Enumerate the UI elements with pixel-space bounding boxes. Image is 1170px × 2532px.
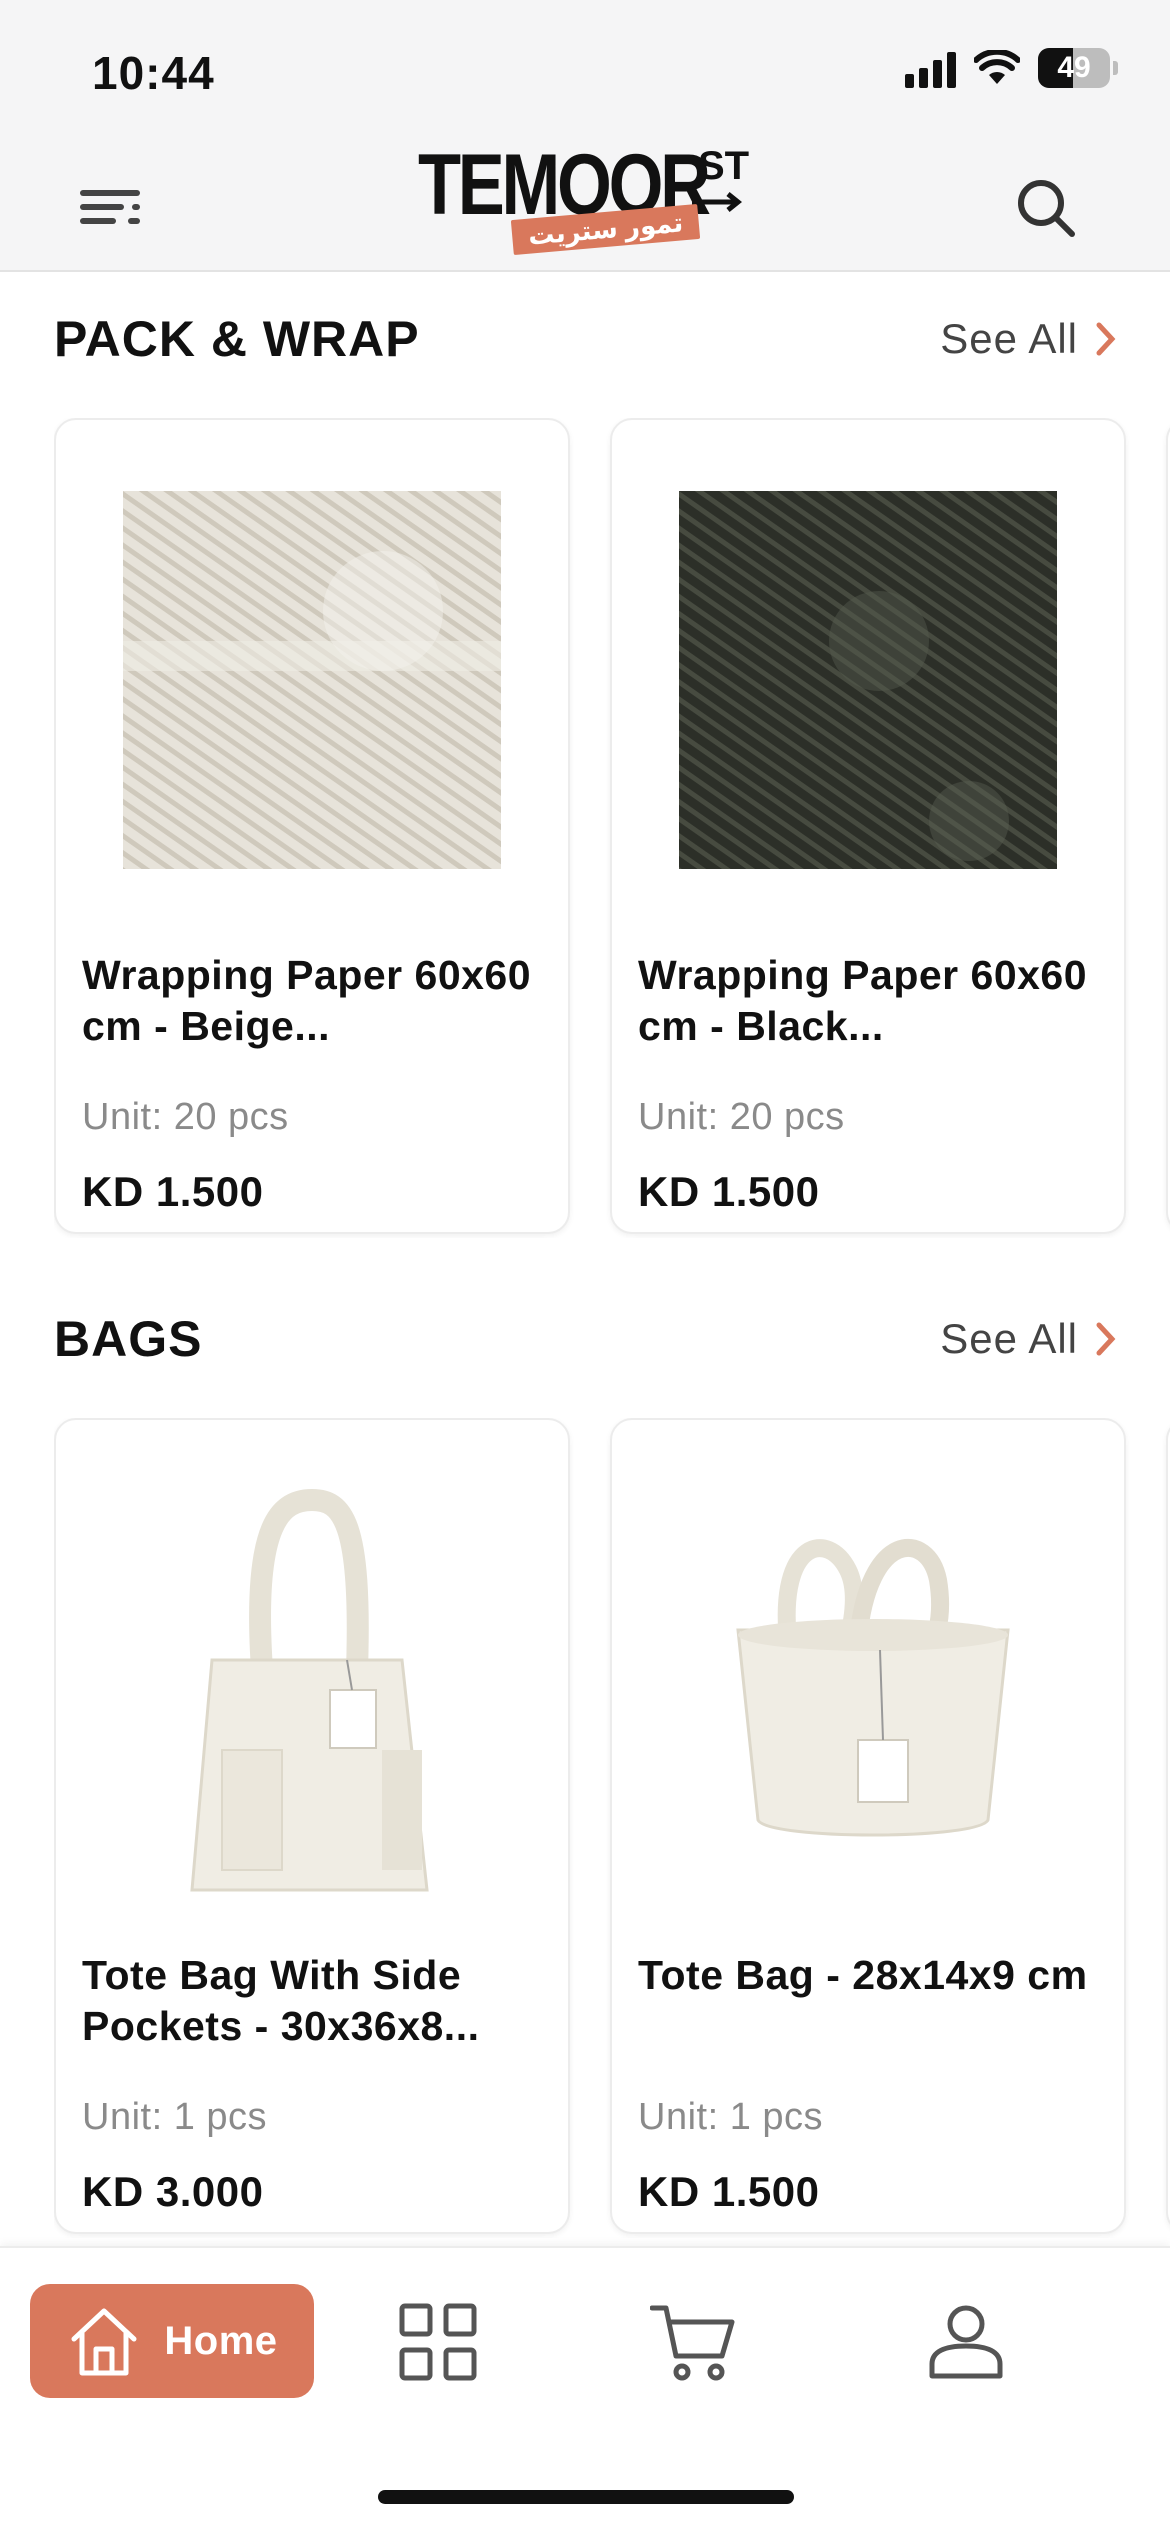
tote-bag-side-pockets-image [190,1488,429,1892]
home-icon [71,2308,137,2376]
product-price: KD 3.000 [82,2168,264,2215]
product-image [612,1420,1124,1940]
logo-suffix: ST [698,144,750,188]
tote-bag-image [736,1538,1010,1837]
status-time: 10:44 [92,47,215,99]
product-name: Wrapping Paper 60x60 cm - Black... [638,952,1088,1049]
product-price: KD 1.500 [638,1168,820,1215]
product-unit: Unit: 20 pcs [638,1096,845,1138]
product-card-peek[interactable] [1166,418,1170,1234]
see-all-link[interactable]: See All [940,315,1116,363]
product-name: Wrapping Paper 60x60 cm - Beige... [82,952,532,1049]
product-image [56,1420,568,1940]
product-unit: Unit: 1 pcs [82,2096,268,2138]
product-name: Tote Bag With Side Pockets - 30x36x8... [82,1952,480,2049]
search-icon[interactable] [1014,176,1078,240]
product-carousel-bags[interactable]: Tote Bag With Side Pockets - 30x36x8... … [54,1418,1170,2238]
product-card[interactable]: Tote Bag - 28x14x9 cm Unit: 1 pcs KD 1.5… [610,1418,1126,2234]
product-price: KD 1.500 [82,1168,264,1215]
product-price: KD 1.500 [638,2168,820,2215]
temoor-st-logo[interactable]: TEMOOR ST تمور ستريت [412,142,752,264]
section-header-pack-wrap: PACK & WRAP See All [54,310,1116,368]
grid-icon[interactable] [398,2302,478,2382]
section-title: PACK & WRAP [54,311,420,367]
status-icons: 49 [905,48,1118,88]
see-all-link[interactable]: See All [940,1315,1116,1363]
wifi-icon [974,50,1020,84]
battery-level: 49 [1057,51,1091,84]
nav-home-button[interactable]: Home [30,2284,314,2398]
chevron-right-icon [1096,1322,1116,1356]
menu-icon[interactable] [80,186,146,226]
battery-icon: 49 [1038,48,1110,88]
product-carousel-pack-wrap[interactable]: Wrapping Paper 60x60 cm - Beige... Unit:… [54,418,1170,1238]
product-image [56,420,568,940]
see-all-label: See All [940,1315,1078,1362]
cart-icon[interactable] [650,2302,736,2382]
product-unit: Unit: 20 pcs [82,1096,289,1138]
user-icon[interactable] [926,2302,1006,2382]
cellular-signal-icon [905,48,956,88]
product-card[interactable]: Tote Bag With Side Pockets - 30x36x8... … [54,1418,570,2234]
section-title: BAGS [54,1311,203,1367]
product-card[interactable]: Wrapping Paper 60x60 cm - Beige... Unit:… [54,418,570,1234]
product-card-peek[interactable] [1166,1418,1170,2234]
product-image [612,420,1124,940]
home-indicator [378,2490,794,2504]
black-wrapping-paper-image [679,491,1057,869]
product-card[interactable]: Wrapping Paper 60x60 cm - Black... Unit:… [610,418,1126,1234]
beige-wrapping-paper-image [123,491,501,869]
section-header-bags: BAGS See All [54,1310,1116,1368]
logo-arrow-icon [692,192,743,212]
app-header: 10:44 49 TEMOOR ST تمور ستريت [0,0,1170,272]
product-name: Tote Bag - 28x14x9 cm [638,1952,1088,1998]
product-unit: Unit: 1 pcs [638,2096,824,2138]
see-all-label: See All [940,315,1078,362]
chevron-right-icon [1096,322,1116,356]
nav-home-label: Home [164,2318,278,2363]
